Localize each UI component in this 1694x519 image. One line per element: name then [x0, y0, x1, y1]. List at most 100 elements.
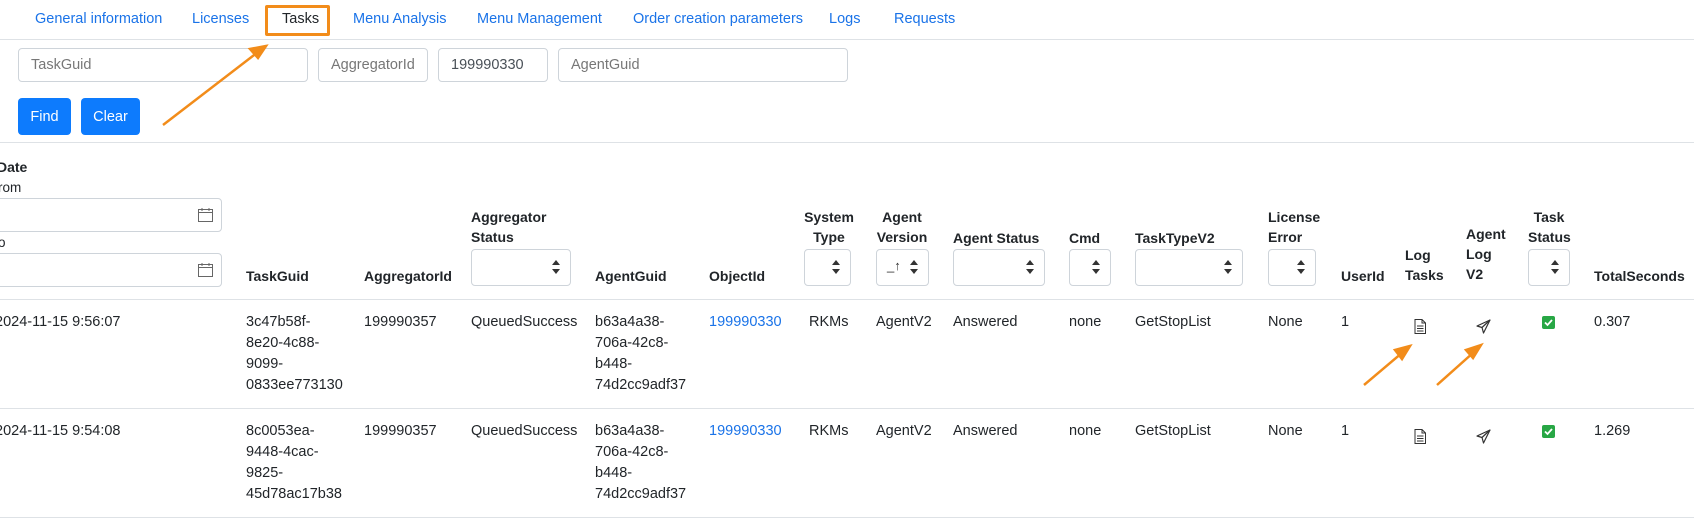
tab-menu-management[interactable]: Menu Management — [477, 11, 602, 27]
cell-line: 9448-4cac- — [246, 444, 319, 460]
cell-agent-guid: b63a4a38- 706a-42c8- b448- 74d2cc9adf37 — [595, 421, 686, 505]
cmd-select[interactable] — [1069, 249, 1111, 286]
cell-line: 706a-42c8- — [595, 444, 669, 460]
checkbox-checked-icon — [1542, 316, 1555, 329]
cell-system-type: RKMs — [809, 423, 849, 439]
cell-line: 74d2cc9adf37 — [595, 377, 687, 393]
cell-agent-status: Answered — [953, 314, 1018, 330]
date-to-label: o — [0, 235, 6, 250]
header-line: License — [1268, 209, 1321, 225]
system-type-select[interactable] — [804, 249, 851, 286]
cell-agent-version: AgentV2 — [876, 314, 932, 330]
agent-guid-input[interactable] — [558, 48, 848, 82]
row-divider — [0, 517, 1694, 518]
header-line: System — [804, 209, 854, 225]
date-to-input[interactable] — [0, 253, 222, 287]
header-line: Type — [813, 229, 845, 245]
cell-date: 2024-11-15 9:54:08 — [0, 423, 121, 439]
cell-line: b63a4a38- — [595, 314, 665, 330]
cell-cmd: none — [1069, 314, 1102, 330]
annotation-arrow — [1436, 342, 1484, 386]
cell-line: 9099- — [246, 356, 284, 372]
tab-licenses[interactable]: Licenses — [192, 11, 249, 27]
header-line: Log — [1405, 247, 1431, 263]
cell-user-id: 1 — [1341, 314, 1350, 330]
calendar-icon[interactable] — [198, 208, 213, 222]
row-divider — [0, 408, 1694, 409]
cell-task-guid: 3c47b58f- 8e20-4c88- 9099- 0833ee773130 — [246, 312, 343, 396]
tab-requests[interactable]: Requests — [894, 11, 955, 27]
cell-agent-version: AgentV2 — [876, 423, 932, 439]
cell-task-type-v2: GetStopList — [1135, 423, 1211, 439]
calendar-icon[interactable] — [198, 263, 213, 277]
cell-line: 706a-42c8- — [595, 335, 669, 351]
col-header-task-type-v2: TaskTypeV2 — [1135, 230, 1215, 246]
cell-license-error: None — [1268, 314, 1303, 330]
cell-license-error: None — [1268, 423, 1303, 439]
cell-cmd: none — [1069, 423, 1102, 439]
col-header-aggregator-status: Aggregator Status — [471, 207, 546, 247]
license-error-select[interactable] — [1268, 249, 1316, 286]
date-from-input[interactable] — [0, 198, 222, 232]
col-header-object-id: ObjectId — [709, 268, 766, 284]
col-header-agent-status: Agent Status — [953, 230, 1040, 246]
cell-line: b448- — [595, 465, 633, 481]
document-icon[interactable] — [1414, 429, 1426, 444]
tab-menu-analysis[interactable]: Menu Analysis — [353, 11, 447, 27]
cell-line: b63a4a38- — [595, 423, 665, 439]
agent-status-select[interactable] — [953, 249, 1045, 286]
task-status-select[interactable] — [1528, 249, 1570, 286]
tab-order-creation-parameters[interactable]: Order creation parameters — [633, 11, 803, 27]
find-button[interactable]: Find — [18, 98, 71, 135]
header-line: Aggregator — [471, 209, 547, 225]
document-icon[interactable] — [1414, 319, 1426, 334]
cell-total-seconds: 0.307 — [1594, 314, 1631, 330]
tab-highlight-box — [265, 5, 330, 36]
col-header-user-id: UserId — [1341, 268, 1385, 284]
header-line: Tasks — [1405, 267, 1444, 283]
cell-aggregator-id: 199990357 — [364, 423, 437, 439]
annotation-arrow — [1363, 343, 1413, 386]
header-line: Status — [471, 229, 514, 245]
filter-divider — [0, 142, 1694, 143]
tab-logs[interactable]: Logs — [829, 11, 860, 27]
task-type-v2-select[interactable] — [1135, 249, 1243, 286]
cell-system-type: RKMs — [809, 314, 849, 330]
header-line: Status — [1528, 229, 1571, 245]
col-header-aggregator-id: AggregatorId — [364, 268, 452, 284]
col-header-license-error: License Error — [1268, 207, 1320, 247]
header-line: V2 — [1466, 266, 1484, 282]
aggregator-id-input[interactable] — [318, 48, 428, 82]
tab-bar: General information Licenses Tasks Menu … — [0, 0, 1694, 40]
header-line: Version — [876, 229, 928, 245]
paper-plane-icon[interactable] — [1476, 429, 1491, 444]
header-line: Log — [1466, 246, 1492, 262]
cell-task-type-v2: GetStopList — [1135, 314, 1211, 330]
object-id-link[interactable]: 199990330 — [709, 312, 782, 333]
col-header-agent-guid: AgentGuid — [595, 268, 667, 284]
aggregator-status-select[interactable] — [471, 249, 571, 286]
object-id-input[interactable] — [438, 48, 548, 82]
paper-plane-icon[interactable] — [1476, 319, 1491, 334]
clear-button[interactable]: Clear — [81, 98, 140, 135]
agent-version-select-value: _↑ — [887, 258, 901, 273]
cell-line: 8c0053ea- — [246, 423, 315, 439]
cell-total-seconds: 1.269 — [1594, 423, 1631, 439]
cell-line: 9825- — [246, 465, 284, 481]
cell-user-id: 1 — [1341, 423, 1350, 439]
tab-general-information[interactable]: General information — [35, 11, 162, 27]
task-guid-input[interactable] — [18, 48, 308, 82]
agent-version-select[interactable]: _↑ — [876, 249, 929, 286]
header-line: Task — [1533, 209, 1565, 225]
col-header-log-tasks: Log Tasks — [1405, 245, 1444, 285]
cell-aggregator-id: 199990357 — [364, 314, 437, 330]
header-divider — [0, 299, 1694, 300]
cell-aggregator-status: QueuedSuccess — [471, 314, 578, 330]
cell-agent-guid: b63a4a38- 706a-42c8- b448- 74d2cc9adf37 — [595, 312, 686, 396]
col-header-total-seconds: TotalSeconds — [1594, 268, 1685, 284]
cell-task-guid: 8c0053ea- 9448-4cac- 9825- 45d78ac17b38 — [246, 421, 342, 505]
object-id-link[interactable]: 199990330 — [709, 421, 782, 442]
cell-line: 0833ee773130 — [246, 377, 343, 393]
cell-line: 45d78ac17b38 — [246, 486, 342, 502]
col-header-cmd: Cmd — [1069, 230, 1101, 246]
